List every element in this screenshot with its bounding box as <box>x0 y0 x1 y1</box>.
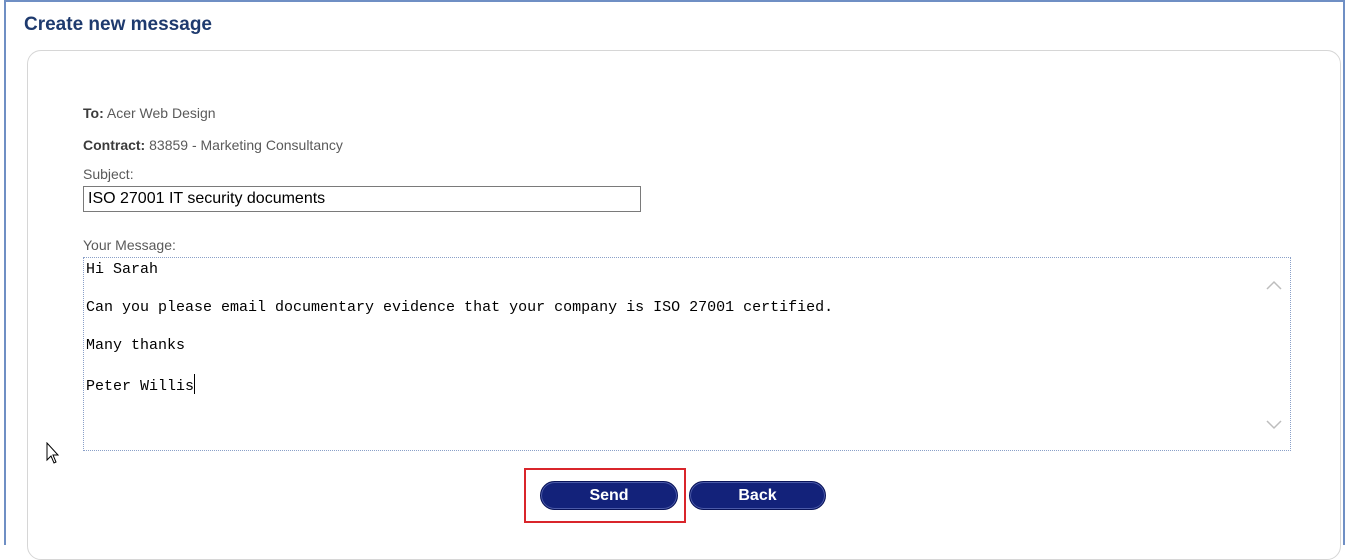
text-caret <box>194 374 196 394</box>
scroll-up-icon[interactable] <box>1266 280 1282 296</box>
subject-label: Subject: <box>83 166 134 182</box>
contract-row: Contract: 83859 - Marketing Consultancy <box>83 137 343 153</box>
message-line-closing: Many thanks <box>86 337 186 354</box>
message-textarea[interactable]: Hi Sarah Can you please email documentar… <box>83 257 1291 451</box>
subject-input[interactable] <box>83 186 641 212</box>
message-label: Your Message: <box>83 237 176 253</box>
page-title: Create new message <box>24 14 212 35</box>
contract-label: Contract: <box>83 137 146 153</box>
signature-text: Peter Willis <box>86 378 195 395</box>
message-line-greeting: Hi Sarah <box>86 261 159 278</box>
send-button[interactable]: Send <box>540 481 678 510</box>
to-value: Acer Web Design <box>106 105 216 121</box>
mouse-pointer-icon <box>46 441 62 471</box>
back-button[interactable]: Back <box>689 481 826 510</box>
to-label: To: <box>83 105 104 121</box>
message-line-signature: Peter Willis <box>86 374 196 395</box>
window-frame: Create new message To: Acer Web Design C… <box>4 0 1345 560</box>
contract-value: 83859 - Marketing Consultancy <box>149 137 343 153</box>
scroll-down-icon[interactable] <box>1266 420 1282 436</box>
to-row: To: Acer Web Design <box>83 105 216 121</box>
message-line-body: Can you please email documentary evidenc… <box>86 299 834 316</box>
